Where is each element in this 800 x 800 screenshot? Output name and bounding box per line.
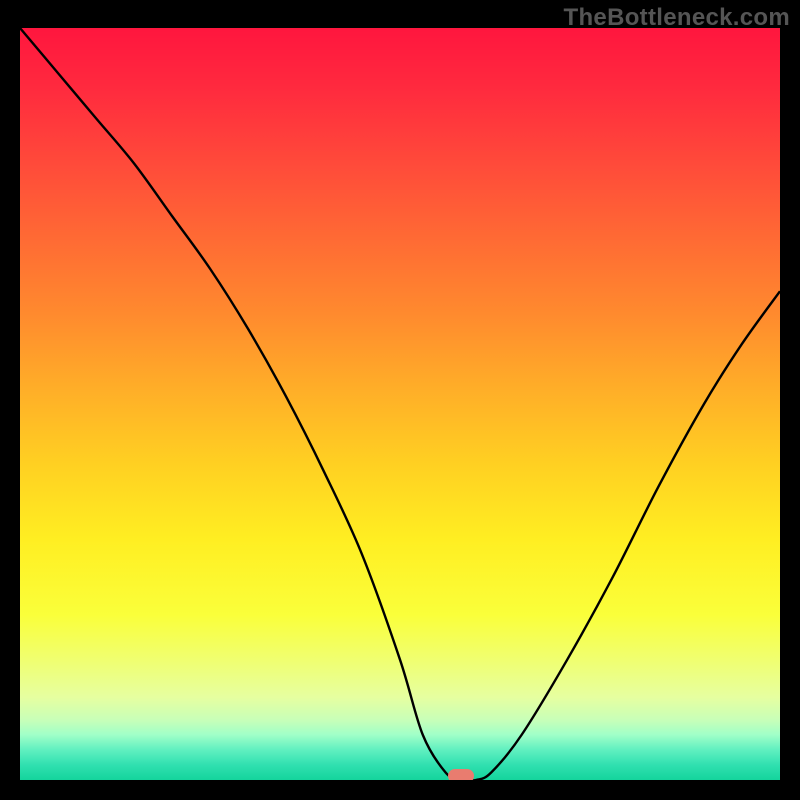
bottleneck-curve xyxy=(20,28,780,780)
curve-path xyxy=(20,28,780,780)
plot-area xyxy=(20,28,780,780)
chart-frame: TheBottleneck.com xyxy=(0,0,800,800)
watermark-text: TheBottleneck.com xyxy=(564,4,790,32)
optimum-marker xyxy=(448,769,474,780)
